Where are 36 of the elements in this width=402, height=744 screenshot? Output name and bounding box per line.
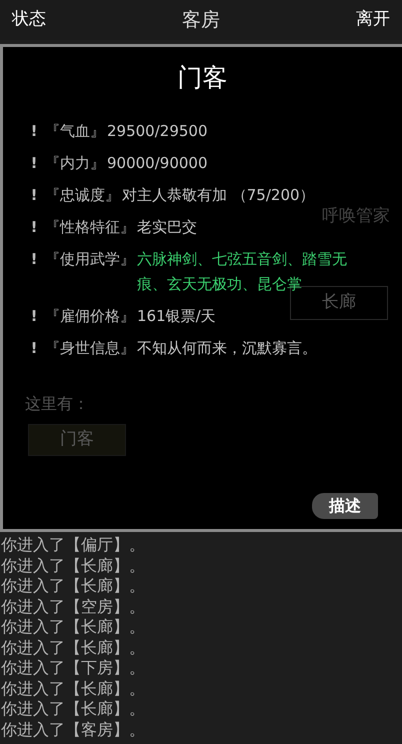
exclamation-mark: ! bbox=[30, 120, 38, 142]
field-value: 29500/29500 bbox=[107, 120, 208, 142]
log-line: 你进入了【长廊】。 bbox=[1, 576, 145, 596]
field-value: 不知从何而来，沉默寡言。 bbox=[137, 338, 317, 358]
log-line: 你进入了【长廊】。 bbox=[1, 638, 145, 658]
exclamation-mark: ! bbox=[30, 248, 38, 270]
log-line: 你进入了【下房】。 bbox=[1, 658, 145, 678]
dialog-title: 门客 bbox=[178, 62, 228, 94]
field-label: 『性格特征』 bbox=[45, 216, 135, 238]
field-label: 『雇佣价格』 bbox=[45, 306, 135, 326]
log-line: 你进入了【长廊】。 bbox=[1, 617, 145, 638]
field-value: 老实巴交 bbox=[137, 216, 197, 238]
here-label: 这里有： bbox=[25, 392, 89, 414]
field-value: 161银票/天 bbox=[137, 306, 216, 326]
log-line: 你进入了【空房】。 bbox=[1, 596, 145, 617]
field-label: 『气血』 bbox=[45, 120, 105, 142]
exclamation-mark: ! bbox=[30, 152, 38, 174]
log-line: 你进入了【长廊】。 bbox=[1, 678, 145, 699]
exclamation-mark: ! bbox=[30, 306, 38, 326]
exclamation-mark: ! bbox=[30, 184, 38, 206]
field-label: 『身世信息』 bbox=[45, 338, 135, 358]
page-title: 客房 bbox=[182, 8, 220, 33]
exclamation-mark: ! bbox=[30, 338, 38, 358]
field-label: 『忠诚度』 bbox=[45, 184, 120, 206]
field-value: 90000/90000 bbox=[107, 152, 208, 174]
log-line: 你进入了【偏厅】。 bbox=[1, 535, 145, 556]
field-label: 『使用武学』 bbox=[45, 248, 135, 270]
leave-button[interactable]: 离开 bbox=[356, 7, 390, 33]
field-value: 对主人恭敬有加 （75/200） bbox=[122, 184, 315, 206]
log-line: 你进入了【长廊】。 bbox=[1, 699, 145, 720]
exclamation-mark: ! bbox=[30, 216, 38, 238]
log-line: 你进入了【长廊】。 bbox=[1, 556, 145, 576]
field-label: 『内力』 bbox=[45, 152, 105, 174]
status-button[interactable]: 状态 bbox=[12, 7, 46, 33]
describe-button[interactable]: 描述 bbox=[312, 493, 378, 519]
log-line: 你进入了【客房】。 bbox=[1, 720, 145, 740]
